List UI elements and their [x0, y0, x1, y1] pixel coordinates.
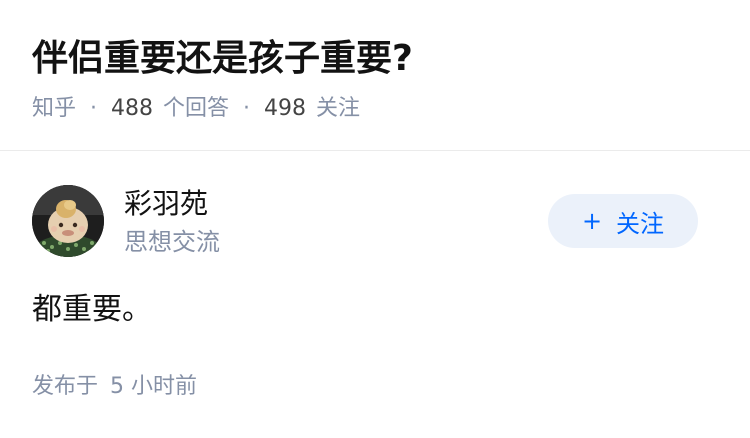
answer-count: 488 — [111, 96, 154, 121]
follow-button-label: 关注 — [616, 209, 665, 238]
answer-count-label: 个回答 — [163, 96, 230, 121]
answer-content: 都重要。 — [32, 292, 152, 327]
published-time: 5 小时前 — [110, 374, 198, 399]
author-name[interactable]: 彩羽苑 — [124, 186, 208, 222]
question-title[interactable]: 伴侣重要还是孩子重要? — [32, 36, 413, 82]
follow-button[interactable]: + 关注 — [548, 194, 698, 248]
avatar-image — [32, 185, 104, 257]
author-bio: 思想交流 — [124, 228, 220, 256]
question-header: 伴侣重要还是孩子重要? 知乎 · 488 个回答 · 498 关注 — [0, 0, 750, 151]
avatar[interactable] — [32, 185, 104, 257]
question-meta: 知乎 · 488 个回答 · 498 关注 — [32, 94, 360, 124]
answer-publish-time: 发布于 5 小时前 — [32, 372, 197, 402]
meta-separator: · — [243, 96, 251, 121]
follower-count-label: 关注 — [316, 96, 361, 121]
source-label[interactable]: 知乎 — [32, 94, 76, 124]
answer-page: 伴侣重要还是孩子重要? 知乎 · 488 个回答 · 498 关注 彩羽苑 思想… — [0, 0, 750, 438]
published-prefix: 发布于 — [32, 374, 99, 399]
meta-separator: · — [90, 96, 98, 121]
follower-count: 498 — [264, 96, 307, 121]
plus-icon: + — [581, 207, 603, 235]
